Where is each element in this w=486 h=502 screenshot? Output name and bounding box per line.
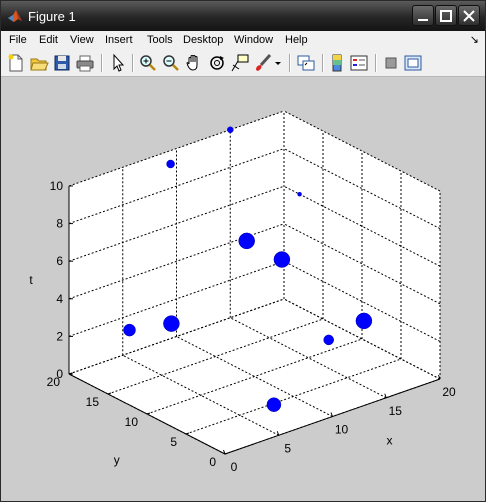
menu-tools[interactable]: Tools: [147, 34, 173, 46]
x-axis-label: x: [387, 434, 393, 448]
figure-toolbar: [1, 50, 485, 77]
maximize-icon: [440, 10, 452, 22]
y-axis-label: y: [114, 453, 120, 467]
data-point: [323, 334, 334, 346]
z-tick-label: 2: [56, 329, 63, 343]
save-figure-button[interactable]: [52, 53, 72, 73]
zoom-in-icon: [140, 55, 156, 71]
data-cursor-button[interactable]: [230, 53, 250, 73]
x-tick-label: 20: [442, 385, 456, 399]
new-file-icon: [8, 54, 23, 72]
figure-canvas[interactable]: 0 5 10 15 20 0 5 10 15 20 0 2 4 6 8 10 x y t: [1, 77, 485, 501]
toolbar-separator: [101, 54, 103, 72]
data-point: [227, 126, 234, 134]
hide-plot-tools-button[interactable]: [381, 53, 401, 73]
z-tick-label: 10: [50, 179, 64, 193]
menu-help[interactable]: Help: [285, 34, 308, 46]
dropdown-arrow-icon: [275, 62, 281, 65]
insert-colorbar-button[interactable]: [327, 53, 347, 73]
x-tick-label: 10: [335, 423, 349, 437]
window-title: Figure 1: [28, 9, 76, 24]
data-point: [238, 232, 255, 250]
y-tick-label: 10: [125, 415, 139, 429]
link-plot-icon: [297, 55, 315, 71]
z-tick-label: 0: [56, 367, 63, 381]
zoom-in-button[interactable]: [138, 53, 158, 73]
open-file-button[interactable]: [29, 53, 49, 73]
minimize-icon: [418, 19, 428, 21]
edit-plot-button[interactable]: [108, 53, 128, 73]
printer-icon: [76, 55, 94, 72]
print-figure-button[interactable]: [75, 53, 95, 73]
menu-view[interactable]: View: [70, 34, 94, 46]
link-plot-button[interactable]: [296, 53, 316, 73]
open-folder-icon: [30, 58, 49, 71]
toolbar-separator: [322, 54, 324, 72]
y-tick-label: 0: [209, 455, 216, 469]
data-point: [273, 251, 291, 268]
arrow-pointer-icon: [113, 53, 125, 72]
figure-window: Figure 1 File Edit View Insert Tools Des…: [0, 0, 486, 502]
title-bar[interactable]: Figure 1: [1, 1, 485, 31]
new-figure-button[interactable]: [6, 53, 26, 73]
data-point: [355, 312, 373, 330]
y-tick-label: 15: [86, 395, 100, 409]
z-tick-label: 8: [56, 217, 63, 231]
data-point: [166, 159, 175, 169]
axes-3d[interactable]: 05101520051015200246810 x y t: [1, 77, 485, 501]
matlab-logo-icon: [8, 10, 22, 22]
x-tick-label: 5: [284, 441, 291, 455]
save-disk-icon: [54, 55, 70, 71]
toolbar-separator: [132, 54, 134, 72]
zoom-out-icon: [163, 55, 179, 71]
show-plot-tools-icon: [404, 55, 422, 71]
brush-icon: [256, 53, 272, 71]
pan-button[interactable]: [184, 53, 204, 73]
data-cursor-icon: [231, 54, 249, 72]
menu-desktop[interactable]: Desktop: [183, 34, 223, 46]
menu-edit[interactable]: Edit: [39, 34, 58, 46]
data-point: [123, 323, 136, 337]
minimize-button[interactable]: [412, 5, 434, 26]
z-tick-label: 6: [56, 254, 63, 268]
toolbar-separator: [375, 54, 377, 72]
menu-insert[interactable]: Insert: [105, 34, 133, 46]
hand-pan-icon: [186, 55, 198, 71]
hide-plot-tools-icon: [385, 57, 397, 69]
close-button[interactable]: [458, 5, 480, 26]
zoom-out-button[interactable]: [161, 53, 181, 73]
data-point: [266, 397, 282, 412]
z-tick-label: 4: [56, 292, 63, 306]
x-tick-label: 15: [389, 404, 403, 418]
brush-dropdown-button[interactable]: [273, 53, 283, 73]
brush-button[interactable]: [253, 53, 273, 73]
insert-legend-button[interactable]: [349, 53, 369, 73]
x-tick-label: 0: [231, 460, 238, 474]
dock-arrow-icon[interactable]: ↘: [470, 33, 479, 46]
rotate-3d-button[interactable]: [207, 53, 227, 73]
colorbar-icon: [332, 54, 342, 72]
toolbar-separator: [289, 54, 291, 72]
rotate-3d-icon: [210, 56, 224, 70]
y-tick-label: 5: [170, 435, 177, 449]
data-point: [163, 315, 180, 332]
menu-window[interactable]: Window: [234, 34, 273, 46]
data-point: [297, 191, 302, 197]
menu-file[interactable]: File: [9, 34, 27, 46]
show-plot-tools-button[interactable]: [403, 53, 423, 73]
menu-bar: File Edit View Insert Tools Desktop Wind…: [1, 31, 485, 50]
close-icon: [463, 10, 475, 22]
legend-icon: [350, 55, 368, 71]
maximize-button[interactable]: [435, 5, 457, 26]
